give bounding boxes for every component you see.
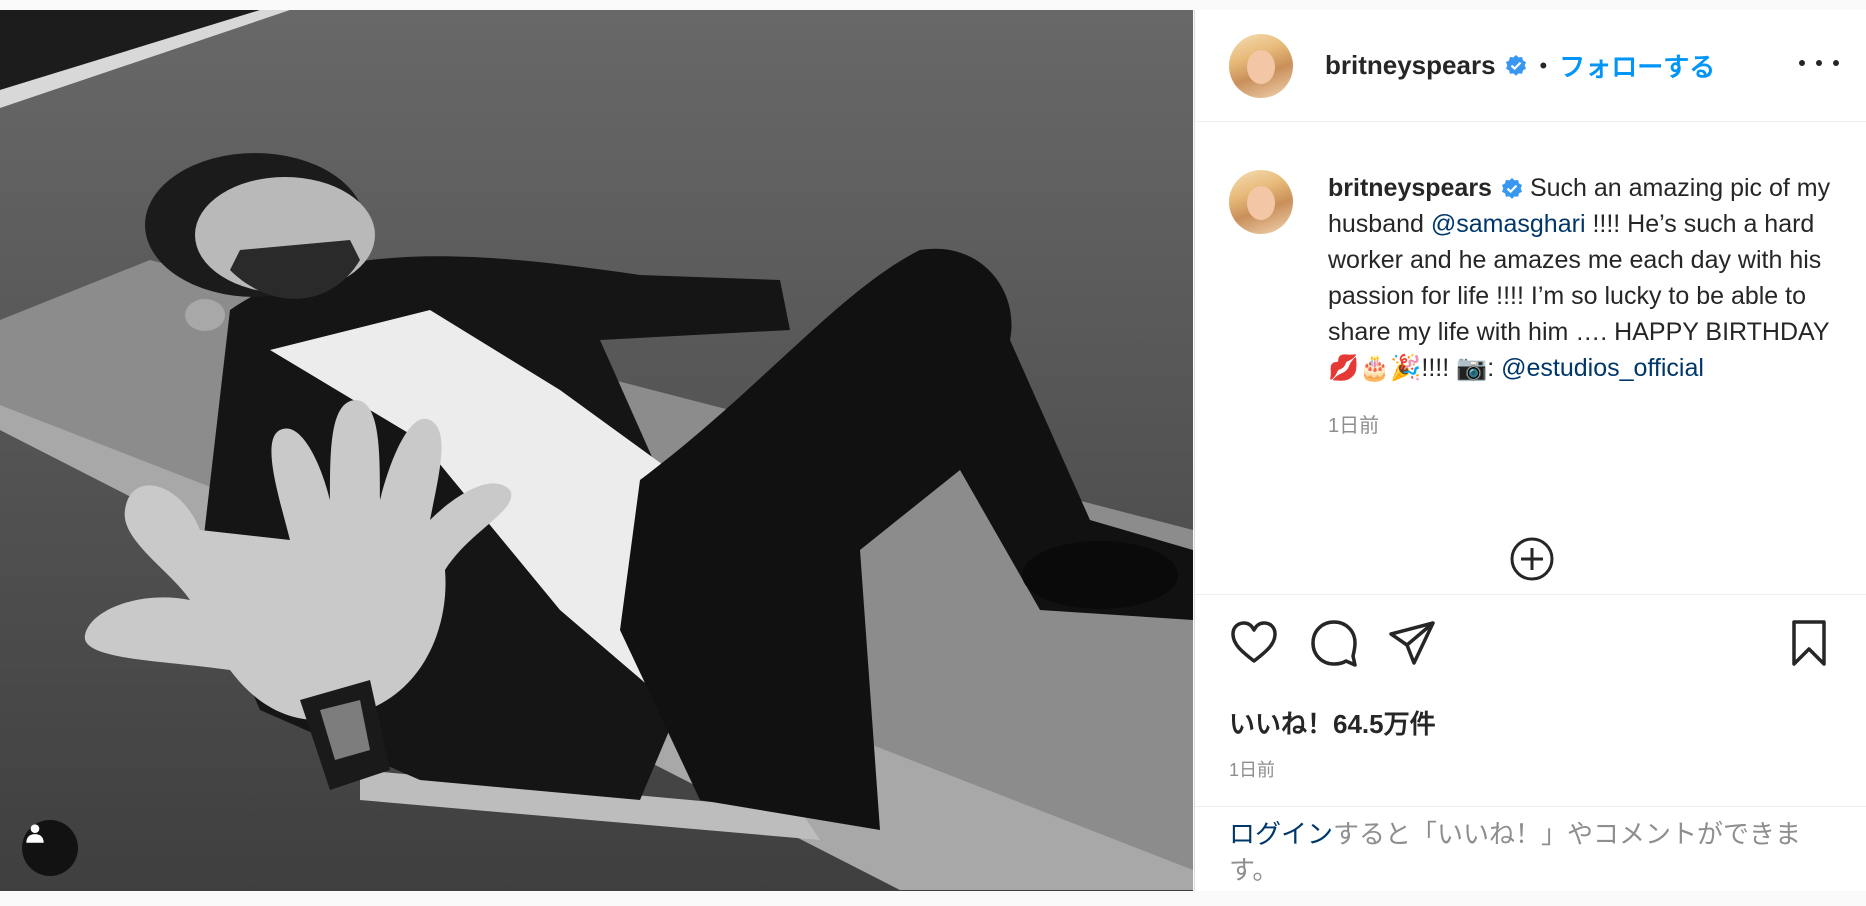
caption-timestamp: 1日前 [1328, 415, 1380, 437]
post-frame: britneyspears • フォローする britneyspears Suc… [0, 0, 1866, 906]
post-sidebar: britneyspears • フォローする britneyspears Suc… [1194, 10, 1866, 891]
post-caption: britneyspears Such an amazing pic of my … [1229, 170, 1849, 444]
photo-illustration [0, 10, 1193, 891]
mention-link-estudios[interactable]: @estudios_official [1501, 354, 1704, 382]
verified-badge-icon [1505, 54, 1526, 76]
caption-username[interactable]: britneyspears [1328, 174, 1492, 202]
more-options-icon[interactable] [1799, 48, 1839, 78]
user-tag-icon [26, 824, 44, 843]
verified-badge-icon [1501, 178, 1522, 200]
tagged-users-button[interactable] [22, 820, 78, 876]
post-photo[interactable] [0, 10, 1193, 891]
header-separator: • [1539, 52, 1548, 78]
paper-plane-icon[interactable] [1387, 618, 1437, 668]
login-link[interactable]: ログイン [1229, 819, 1333, 849]
avatar[interactable] [1229, 33, 1293, 98]
bookmark-icon[interactable] [1784, 618, 1834, 668]
likes-count[interactable]: いいね！64.5万件 [1229, 704, 1436, 741]
caption-avatar[interactable] [1229, 170, 1293, 234]
action-bar [1229, 618, 1839, 674]
divider [1195, 594, 1866, 595]
plus-circle-icon[interactable] [1508, 535, 1556, 583]
mention-link-samasghari[interactable]: @samasghari [1431, 210, 1586, 238]
post-timestamp: 1日前 [1229, 760, 1276, 780]
divider [1195, 806, 1866, 807]
post-header: britneyspears • フォローする [1195, 10, 1866, 122]
follow-button[interactable]: フォローする [1559, 47, 1715, 84]
heart-icon[interactable] [1229, 618, 1279, 668]
header-username[interactable]: britneyspears [1325, 50, 1496, 81]
login-prompt: ログインすると「いいね！」やコメントができます。 [1229, 816, 1839, 888]
comment-bubble-icon[interactable] [1309, 618, 1359, 668]
caption-body: britneyspears Such an amazing pic of my … [1328, 170, 1848, 444]
